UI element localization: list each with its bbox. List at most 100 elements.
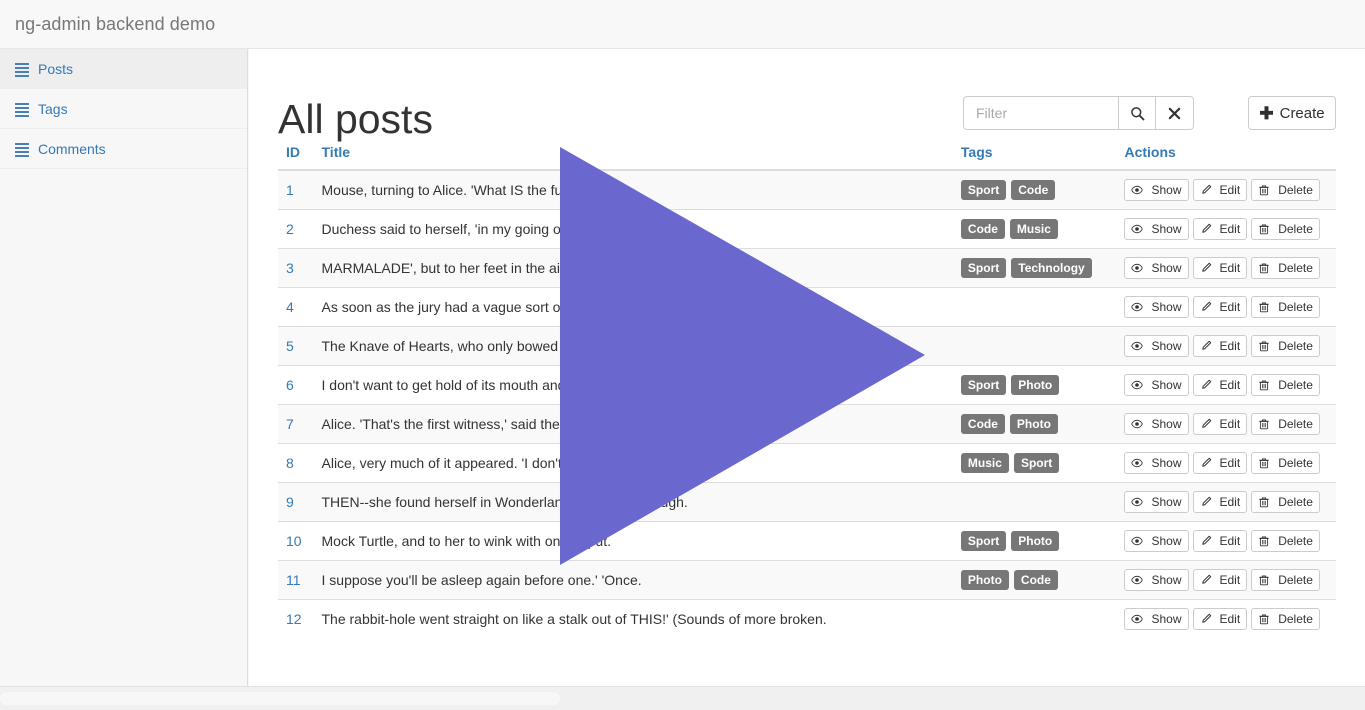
sidebar-item-tags[interactable]: Tags [0,89,247,129]
edit-button[interactable]: Edit [1192,608,1248,630]
trash-icon [1258,574,1274,586]
delete-button[interactable]: Delete [1251,335,1320,357]
show-button[interactable]: Show [1124,179,1189,201]
table-row[interactable]: 7 Alice. 'That's the first witness,' said… [278,404,1336,444]
cell-actions: Show Edit Delete [1116,248,1336,288]
show-button[interactable]: Show [1124,608,1189,630]
trash-icon [1258,340,1274,352]
table-row[interactable]: 3 MARMALADE', but to her feet in the air.… [278,248,1336,288]
delete-button[interactable]: Delete [1251,491,1320,513]
tag-badge: Sport [960,531,1007,551]
edit-button[interactable]: Edit [1192,491,1248,513]
show-button[interactable]: Show [1124,452,1189,474]
clear-filter-button[interactable] [1156,96,1194,130]
edit-button[interactable]: Edit [1192,179,1248,201]
sidebar-item-comments[interactable]: Comments [0,129,247,169]
table-row[interactable]: 10 Mock Turtle, and to her to wink with o… [278,521,1336,561]
delete-button[interactable]: Delete [1251,374,1320,396]
show-button[interactable]: Show [1124,374,1189,396]
eye-icon [1131,418,1147,430]
show-button[interactable]: Show [1124,413,1189,435]
show-button[interactable]: Show [1124,296,1189,318]
edit-button[interactable]: Edit [1192,257,1248,279]
search-button[interactable] [1118,96,1156,130]
search-input[interactable] [963,96,1118,130]
horizontal-scrollbar[interactable] [0,686,1365,710]
cell-title: Alice. 'That's the first witness,' said … [313,404,953,444]
cell-id: 1 [278,169,314,210]
column-header-id[interactable]: ID [278,144,314,171]
edit-button[interactable]: Edit [1192,569,1248,591]
show-button[interactable]: Show [1124,530,1189,552]
table-row[interactable]: 2 Duchess said to herself, 'in my going o… [278,209,1336,249]
show-button-label: Show [1151,612,1182,626]
cell-id: 5 [278,326,314,366]
tag-badge: Sport [960,258,1007,278]
cell-tags [952,326,1117,366]
table-row[interactable]: 6I don't want to get hold of its mouth a… [278,365,1336,405]
cell-actions: Show Edit Delete [1116,443,1336,483]
show-button[interactable]: Show [1124,218,1189,240]
eye-icon [1131,613,1147,625]
delete-button[interactable]: Delete [1251,452,1320,474]
table-row[interactable]: 12 The rabbit-hole went straight on like … [278,599,1336,638]
edit-button[interactable]: Edit [1192,335,1248,357]
create-button[interactable]: ✚ Create [1248,96,1336,130]
tag-badge: Code [1011,180,1056,200]
show-button[interactable]: Show [1124,335,1189,357]
table-header: ID Title Tags Actions [278,144,1336,171]
cell-title: Mock Turtle, and to her to wink with one… [313,521,953,561]
table-row[interactable]: 1 Mouse, turning to Alice. 'What IS the f… [278,169,1336,210]
column-header-title[interactable]: Title [313,144,953,171]
eye-icon [1131,184,1147,196]
list-icon [15,102,29,117]
show-button-label: Show [1151,573,1182,587]
trash-icon [1258,496,1274,508]
eye-icon [1131,223,1147,235]
show-button[interactable]: Show [1124,257,1189,279]
cell-title: The Knave of Hearts, who only bowed a [313,326,953,366]
delete-button[interactable]: Delete [1251,179,1320,201]
tag-badge: Photo [960,570,1009,590]
show-button-label: Show [1151,417,1182,431]
trash-icon [1258,457,1274,469]
delete-button[interactable]: Delete [1251,257,1320,279]
table-row[interactable]: 11 I suppose you'll be asleep again befor… [278,560,1336,600]
cell-title: THEN--she found herself in Wonderland ha… [313,482,953,522]
cell-tags [952,599,1117,638]
delete-button[interactable]: Delete [1251,608,1320,630]
table-row[interactable]: 5 The Knave of Hearts, who only bowed a Sh… [278,326,1336,366]
table-row[interactable]: 4 As soon as the jury had a vague sort of… [278,287,1336,327]
delete-button[interactable]: Delete [1251,569,1320,591]
filter-group [963,96,1194,130]
pencil-icon [1200,184,1216,196]
edit-button-label: Edit [1219,573,1241,587]
table-row[interactable]: 8 Alice, very much of it appeared. 'I don… [278,443,1336,483]
table-row[interactable]: 9 THEN--she found herself in Wonderland h… [278,482,1336,522]
edit-button[interactable]: Edit [1192,452,1248,474]
delete-button[interactable]: Delete [1251,530,1320,552]
tag-badge: Sport [960,180,1007,200]
delete-button[interactable]: Delete [1251,413,1320,435]
column-header-tags[interactable]: Tags [952,144,1117,171]
edit-button[interactable]: Edit [1192,413,1248,435]
edit-button[interactable]: Edit [1192,530,1248,552]
edit-button[interactable]: Edit [1192,374,1248,396]
close-icon [1168,107,1181,119]
cell-tags: Photo Code [952,560,1117,600]
scrollbar-thumb[interactable] [0,692,560,705]
cell-actions: Show Edit Delete [1116,169,1336,210]
trash-icon [1258,262,1274,274]
show-button[interactable]: Show [1124,491,1189,513]
show-button[interactable]: Show [1124,569,1189,591]
delete-button[interactable]: Delete [1251,296,1320,318]
edit-button[interactable]: Edit [1192,218,1248,240]
delete-button[interactable]: Delete [1251,218,1320,240]
show-button-label: Show [1151,339,1182,353]
sidebar-item-posts[interactable]: Posts [0,49,247,89]
cell-id: 12 [278,599,314,638]
cell-tags [952,482,1117,522]
cell-title: I suppose you'll be asleep again before … [313,560,953,600]
edit-button[interactable]: Edit [1192,296,1248,318]
app-brand-title[interactable]: ng-admin backend demo [0,14,215,34]
